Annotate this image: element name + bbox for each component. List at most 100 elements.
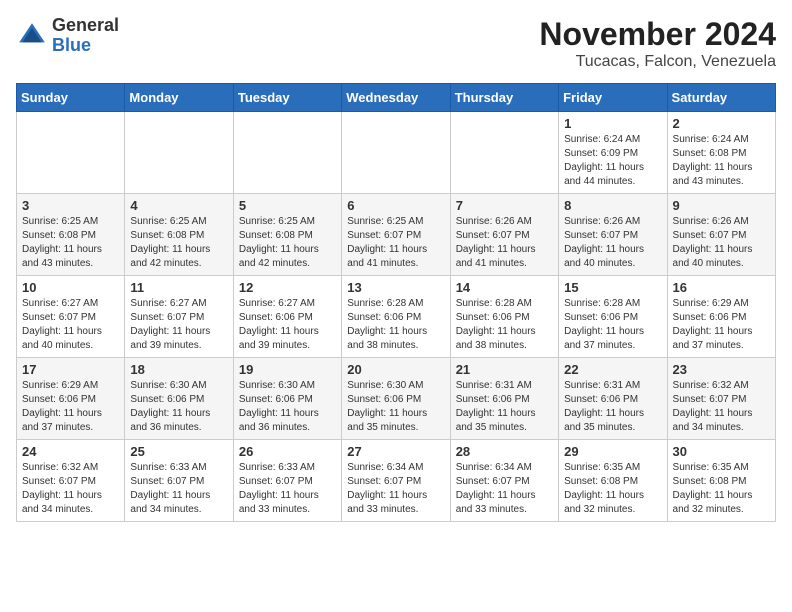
logo-blue: Blue — [52, 35, 91, 55]
day-info: Sunrise: 6:30 AM Sunset: 6:06 PM Dayligh… — [347, 379, 444, 435]
day-info: Sunrise: 6:28 AM Sunset: 6:06 PM Dayligh… — [564, 297, 661, 353]
day-number: 8 — [564, 198, 661, 213]
logo: General Blue — [16, 16, 119, 56]
day-number: 4 — [130, 198, 227, 213]
page-header: General Blue November 2024 Tucacas, Falc… — [16, 16, 776, 71]
day-number: 12 — [239, 280, 336, 295]
day-info: Sunrise: 6:32 AM Sunset: 6:07 PM Dayligh… — [22, 461, 119, 517]
day-info: Sunrise: 6:34 AM Sunset: 6:07 PM Dayligh… — [456, 461, 553, 517]
day-number: 5 — [239, 198, 336, 213]
day-number: 16 — [673, 280, 770, 295]
day-number: 7 — [456, 198, 553, 213]
calendar-day-cell — [342, 112, 450, 194]
calendar-day-cell: 30 Sunrise: 6:35 AM Sunset: 6:08 PM Dayli… — [667, 440, 775, 522]
title-block: November 2024 Tucacas, Falcon, Venezuela — [539, 16, 776, 71]
weekday-header-friday: Friday — [559, 84, 667, 112]
calendar-week-row: 10 Sunrise: 6:27 AM Sunset: 6:07 PM Dayli… — [17, 276, 776, 358]
day-info: Sunrise: 6:26 AM Sunset: 6:07 PM Dayligh… — [564, 215, 661, 271]
calendar-day-cell: 14 Sunrise: 6:28 AM Sunset: 6:06 PM Dayli… — [450, 276, 558, 358]
calendar-table: SundayMondayTuesdayWednesdayThursdayFrid… — [16, 83, 776, 522]
logo-text: General Blue — [52, 16, 119, 56]
weekday-header-saturday: Saturday — [667, 84, 775, 112]
calendar-day-cell — [233, 112, 341, 194]
day-info: Sunrise: 6:30 AM Sunset: 6:06 PM Dayligh… — [130, 379, 227, 435]
day-number: 22 — [564, 362, 661, 377]
day-number: 27 — [347, 444, 444, 459]
calendar-day-cell: 1Sunrise: 6:24 AM Sunset: 6:09 PM Daylig… — [559, 112, 667, 194]
weekday-header-sunday: Sunday — [17, 84, 125, 112]
day-info: Sunrise: 6:24 AM Sunset: 6:08 PM Dayligh… — [673, 133, 770, 189]
calendar-day-cell: 17Sunrise: 6:29 AM Sunset: 6:06 PM Dayli… — [17, 358, 125, 440]
calendar-day-cell: 26 Sunrise: 6:33 AM Sunset: 6:07 PM Dayli… — [233, 440, 341, 522]
calendar-week-row: 24 Sunrise: 6:32 AM Sunset: 6:07 PM Dayli… — [17, 440, 776, 522]
day-number: 26 — [239, 444, 336, 459]
day-info: Sunrise: 6:28 AM Sunset: 6:06 PM Dayligh… — [347, 297, 444, 353]
calendar-day-cell: 21Sunrise: 6:31 AM Sunset: 6:06 PM Dayli… — [450, 358, 558, 440]
day-info: Sunrise: 6:25 AM Sunset: 6:08 PM Dayligh… — [22, 215, 119, 271]
calendar-day-cell: 19Sunrise: 6:30 AM Sunset: 6:06 PM Dayli… — [233, 358, 341, 440]
day-number: 29 — [564, 444, 661, 459]
day-info: Sunrise: 6:27 AM Sunset: 6:06 PM Dayligh… — [239, 297, 336, 353]
day-number: 3 — [22, 198, 119, 213]
day-number: 30 — [673, 444, 770, 459]
day-info: Sunrise: 6:33 AM Sunset: 6:07 PM Dayligh… — [239, 461, 336, 517]
calendar-day-cell: 13 Sunrise: 6:28 AM Sunset: 6:06 PM Dayli… — [342, 276, 450, 358]
day-number: 20 — [347, 362, 444, 377]
calendar-day-cell: 22 Sunrise: 6:31 AM Sunset: 6:06 PM Dayli… — [559, 358, 667, 440]
calendar-day-cell: 25Sunrise: 6:33 AM Sunset: 6:07 PM Dayli… — [125, 440, 233, 522]
day-info: Sunrise: 6:30 AM Sunset: 6:06 PM Dayligh… — [239, 379, 336, 435]
day-number: 23 — [673, 362, 770, 377]
day-info: Sunrise: 6:32 AM Sunset: 6:07 PM Dayligh… — [673, 379, 770, 435]
day-info: Sunrise: 6:35 AM Sunset: 6:08 PM Dayligh… — [673, 461, 770, 517]
calendar-day-cell: 23 Sunrise: 6:32 AM Sunset: 6:07 PM Dayli… — [667, 358, 775, 440]
calendar-day-cell: 28 Sunrise: 6:34 AM Sunset: 6:07 PM Dayli… — [450, 440, 558, 522]
weekday-header-tuesday: Tuesday — [233, 84, 341, 112]
calendar-day-cell: 8 Sunrise: 6:26 AM Sunset: 6:07 PM Daylig… — [559, 194, 667, 276]
calendar-day-cell: 7Sunrise: 6:26 AM Sunset: 6:07 PM Daylig… — [450, 194, 558, 276]
day-info: Sunrise: 6:28 AM Sunset: 6:06 PM Dayligh… — [456, 297, 553, 353]
calendar-week-row: 17Sunrise: 6:29 AM Sunset: 6:06 PM Dayli… — [17, 358, 776, 440]
day-number: 24 — [22, 444, 119, 459]
day-number: 28 — [456, 444, 553, 459]
day-info: Sunrise: 6:26 AM Sunset: 6:07 PM Dayligh… — [673, 215, 770, 271]
weekday-header-thursday: Thursday — [450, 84, 558, 112]
calendar-day-cell: 2Sunrise: 6:24 AM Sunset: 6:08 PM Daylig… — [667, 112, 775, 194]
day-number: 1 — [564, 116, 661, 131]
weekday-header-row: SundayMondayTuesdayWednesdayThursdayFrid… — [17, 84, 776, 112]
calendar-day-cell — [125, 112, 233, 194]
calendar-day-cell — [450, 112, 558, 194]
calendar-day-cell: 5 Sunrise: 6:25 AM Sunset: 6:08 PM Daylig… — [233, 194, 341, 276]
logo-general: General — [52, 15, 119, 35]
day-info: Sunrise: 6:25 AM Sunset: 6:08 PM Dayligh… — [239, 215, 336, 271]
day-info: Sunrise: 6:35 AM Sunset: 6:08 PM Dayligh… — [564, 461, 661, 517]
day-info: Sunrise: 6:25 AM Sunset: 6:07 PM Dayligh… — [347, 215, 444, 271]
calendar-day-cell — [17, 112, 125, 194]
day-number: 6 — [347, 198, 444, 213]
weekday-header-monday: Monday — [125, 84, 233, 112]
day-number: 9 — [673, 198, 770, 213]
calendar-day-cell: 11Sunrise: 6:27 AM Sunset: 6:07 PM Dayli… — [125, 276, 233, 358]
logo-icon — [16, 20, 48, 52]
day-info: Sunrise: 6:25 AM Sunset: 6:08 PM Dayligh… — [130, 215, 227, 271]
day-number: 13 — [347, 280, 444, 295]
calendar-subtitle: Tucacas, Falcon, Venezuela — [539, 53, 776, 71]
day-info: Sunrise: 6:29 AM Sunset: 6:06 PM Dayligh… — [22, 379, 119, 435]
weekday-header-wednesday: Wednesday — [342, 84, 450, 112]
calendar-title: November 2024 — [539, 16, 776, 53]
day-info: Sunrise: 6:27 AM Sunset: 6:07 PM Dayligh… — [22, 297, 119, 353]
calendar-day-cell: 4 Sunrise: 6:25 AM Sunset: 6:08 PM Daylig… — [125, 194, 233, 276]
day-number: 10 — [22, 280, 119, 295]
calendar-week-row: 1Sunrise: 6:24 AM Sunset: 6:09 PM Daylig… — [17, 112, 776, 194]
calendar-day-cell: 27Sunrise: 6:34 AM Sunset: 6:07 PM Dayli… — [342, 440, 450, 522]
calendar-day-cell: 3 Sunrise: 6:25 AM Sunset: 6:08 PM Daylig… — [17, 194, 125, 276]
day-info: Sunrise: 6:29 AM Sunset: 6:06 PM Dayligh… — [673, 297, 770, 353]
calendar-day-cell: 6 Sunrise: 6:25 AM Sunset: 6:07 PM Daylig… — [342, 194, 450, 276]
day-number: 14 — [456, 280, 553, 295]
day-info: Sunrise: 6:31 AM Sunset: 6:06 PM Dayligh… — [564, 379, 661, 435]
day-number: 18 — [130, 362, 227, 377]
calendar-day-cell: 18 Sunrise: 6:30 AM Sunset: 6:06 PM Dayli… — [125, 358, 233, 440]
calendar-day-cell: 15 Sunrise: 6:28 AM Sunset: 6:06 PM Dayli… — [559, 276, 667, 358]
day-number: 15 — [564, 280, 661, 295]
calendar-week-row: 3 Sunrise: 6:25 AM Sunset: 6:08 PM Daylig… — [17, 194, 776, 276]
day-info: Sunrise: 6:31 AM Sunset: 6:06 PM Dayligh… — [456, 379, 553, 435]
